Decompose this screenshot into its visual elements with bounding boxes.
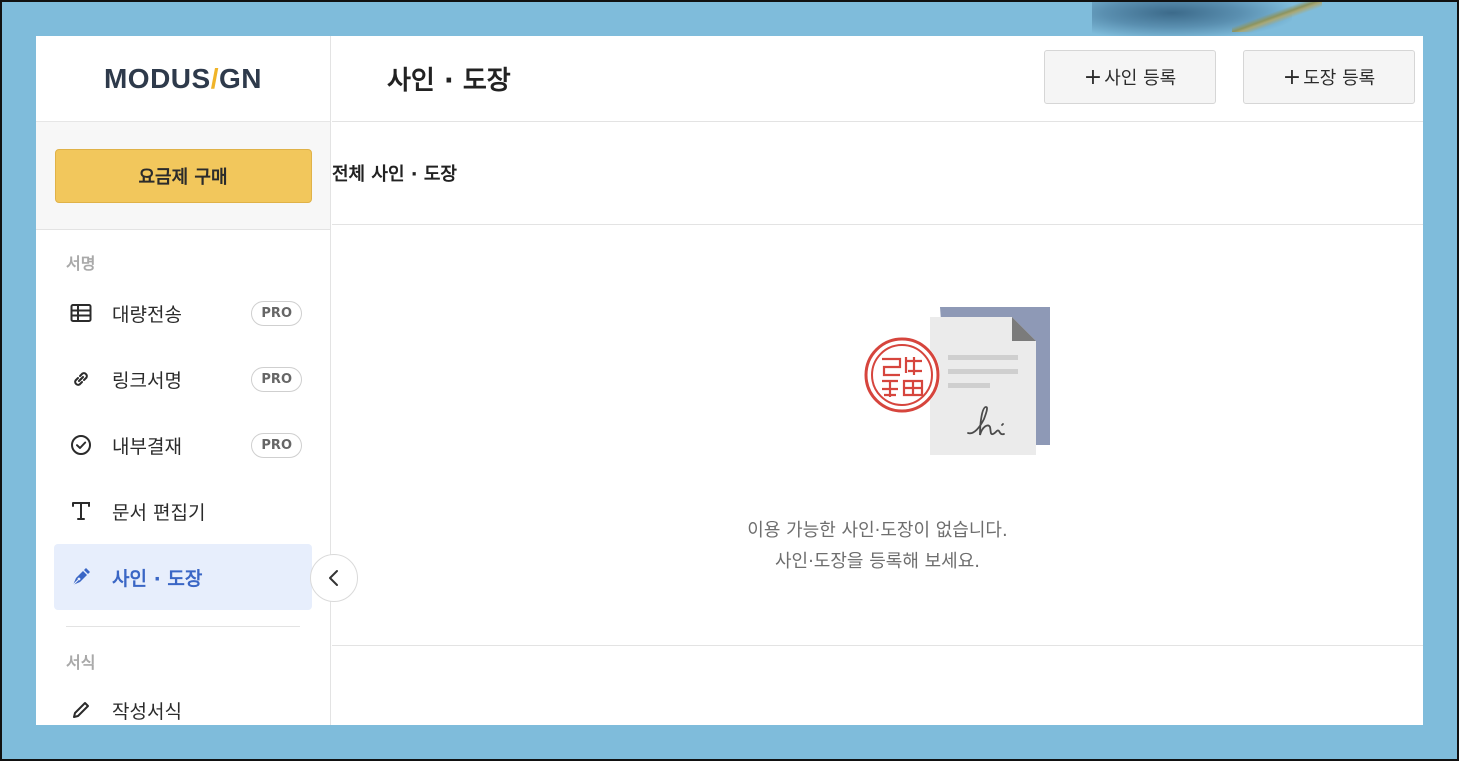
plus-icon: + <box>1282 64 1302 90</box>
pen-icon <box>68 564 94 590</box>
pro-badge: PRO <box>251 367 302 392</box>
empty-line-1: 이용 가능한 사인·도장이 없습니다. <box>747 520 1008 541</box>
section-title-forms: 서식 <box>66 653 96 672</box>
filter-header: 전체 사인 · 도장 <box>332 122 1423 225</box>
app-window: MODUS/GN 요금제 구매 서명 대량전송 PRO 링크서명 PRO 내부결… <box>36 36 1423 725</box>
buy-plan-button[interactable]: 요금제 구매 <box>54 148 312 203</box>
section-title-sign: 서명 <box>66 254 96 273</box>
sidebar-item-label: 링크서명 <box>112 369 182 392</box>
empty-line-2: 사인·도장을 등록해 보세요. <box>774 551 981 572</box>
sidebar-item-link-sign[interactable]: 링크서명 PRO <box>54 346 312 412</box>
empty-state-message: 이용 가능한 사인·도장이 없습니다. 사인·도장을 등록해 보세요. <box>332 515 1423 577</box>
register-sign-button[interactable]: + 사인 등록 <box>1044 50 1216 104</box>
pro-badge: PRO <box>251 433 302 458</box>
sidebar-item-label: 대량전송 <box>112 303 182 326</box>
sidebar-divider <box>66 626 300 627</box>
text-icon <box>68 498 94 524</box>
sidebar-item-label: 사인 · 도장 <box>112 567 203 590</box>
pencil-icon <box>68 697 94 723</box>
brand-logo[interactable]: MODUS/GN <box>104 63 262 95</box>
check-circle-icon <box>68 432 94 458</box>
sidebar: MODUS/GN 요금제 구매 서명 대량전송 PRO 링크서명 PRO 내부결… <box>36 36 331 725</box>
page-title: 사인 · 도장 <box>387 66 511 96</box>
register-stamp-button[interactable]: + 도장 등록 <box>1243 50 1415 104</box>
sidebar-item-bulk-send[interactable]: 대량전송 PRO <box>54 280 312 346</box>
sidebar-item-label: 내부결재 <box>112 435 182 458</box>
sidebar-item-label: 문서 편집기 <box>112 501 206 524</box>
plus-icon: + <box>1083 64 1103 90</box>
background-stem <box>1232 2 1322 32</box>
logo-area: MODUS/GN <box>36 36 330 122</box>
link-icon <box>68 366 94 392</box>
promo-area: 요금제 구매 <box>36 122 330 230</box>
main-content: 사인 · 도장 + 사인 등록 + 도장 등록 전체 사인 · 도장 이용 가능… <box>332 36 1423 725</box>
sidebar-item-label: 작성서식 <box>112 700 182 723</box>
sidebar-item-document-editor[interactable]: 문서 편집기 <box>54 478 312 544</box>
page-header: 사인 · 도장 + 사인 등록 + 도장 등록 <box>332 36 1423 122</box>
empty-state: 이용 가능한 사인·도장이 없습니다. 사인·도장을 등록해 보세요. <box>332 225 1423 646</box>
sidebar-item-forms[interactable]: 작성서식 <box>54 677 312 725</box>
sidebar-collapse-button[interactable] <box>310 554 358 602</box>
table-icon <box>68 300 94 326</box>
chevron-left-icon <box>329 570 338 586</box>
sidebar-item-internal-approval[interactable]: 내부결재 PRO <box>54 412 312 478</box>
sidebar-item-sign-stamp[interactable]: 사인 · 도장 <box>54 544 312 610</box>
empty-sign-stamp-illustration <box>864 307 1050 455</box>
pro-badge: PRO <box>251 301 302 326</box>
filter-title: 전체 사인 · 도장 <box>332 164 457 185</box>
